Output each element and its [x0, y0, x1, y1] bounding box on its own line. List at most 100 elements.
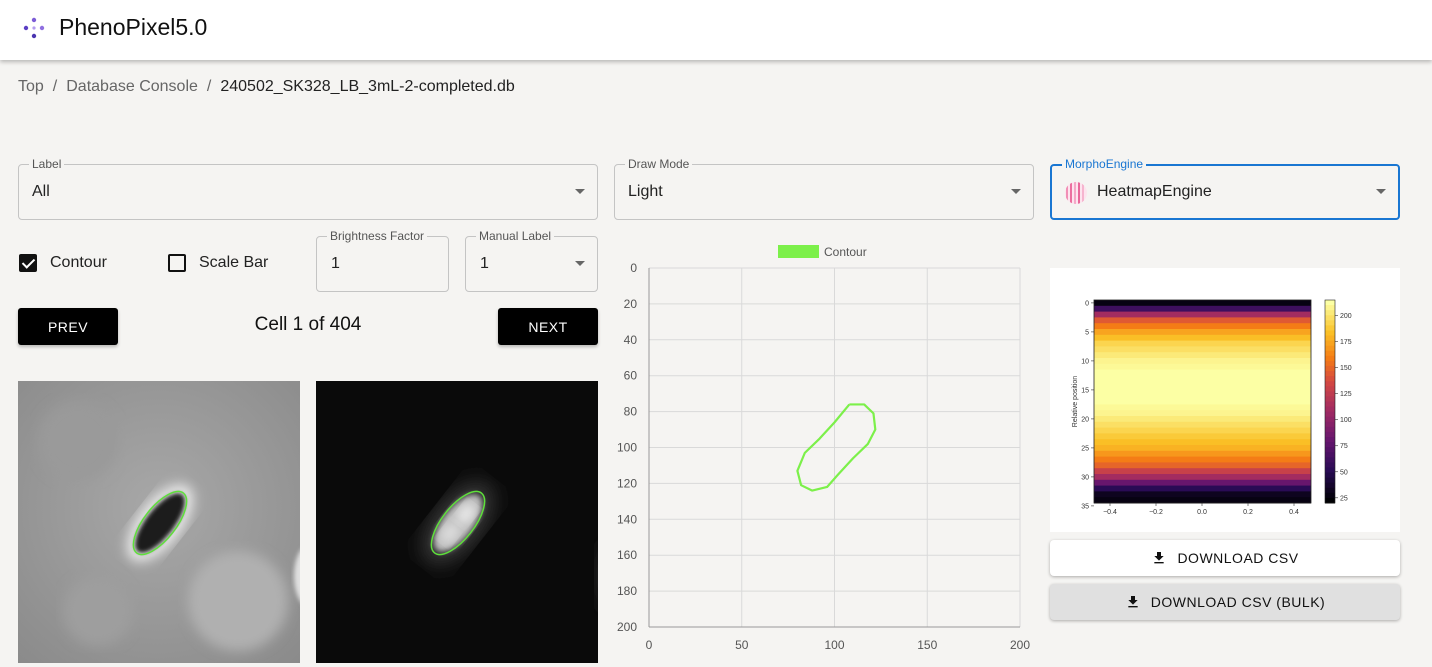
breadcrumb-top[interactable]: Top — [18, 78, 44, 96]
colorbar-tick-label: 50 — [1340, 469, 1348, 476]
heatmap-x-tick-label: −0.2 — [1149, 509, 1163, 516]
manual-label-select[interactable]: Manual Label 1 — [465, 229, 598, 292]
heatmap-row — [1094, 381, 1311, 388]
y-tick-label: 80 — [624, 405, 638, 419]
label-select[interactable]: Label All — [18, 157, 598, 220]
scale-bar-checkbox[interactable]: Scale Bar — [168, 254, 268, 272]
heatmap-row — [1094, 363, 1311, 371]
heatmap-x-tick-label: 0.0 — [1197, 509, 1207, 516]
heatmap-row — [1094, 485, 1311, 492]
prev-button[interactable]: PREV — [18, 308, 118, 345]
colorbar-segment — [1325, 315, 1335, 321]
colorbar-segment — [1325, 492, 1335, 499]
download-csv-bulk-label: DOWNLOAD CSV (BULK) — [1150, 594, 1326, 610]
heatmap-y-tick-label: 10 — [1081, 358, 1089, 365]
colorbar-segment — [1325, 310, 1335, 316]
colorbar-segment — [1325, 300, 1335, 306]
colorbar-segment — [1325, 386, 1335, 392]
heatmap-row — [1094, 410, 1311, 417]
heatmap-row — [1094, 300, 1311, 307]
heatmap-row — [1094, 352, 1311, 359]
brightness-factor-label: Brightness Factor — [327, 229, 428, 243]
heatmap-y-tick-label: 15 — [1081, 387, 1089, 394]
colorbar-segment — [1325, 406, 1335, 413]
colorbar-segment — [1325, 376, 1335, 382]
scale-bar-checkbox-label: Scale Bar — [199, 254, 269, 271]
breadcrumb-current: 240502_SK328_LB_3mL-2-completed.db — [220, 78, 515, 95]
colorbar-segment — [1325, 411, 1335, 418]
colorbar-segment — [1325, 467, 1335, 474]
brightness-factor-input[interactable]: Brightness Factor 1 — [316, 229, 449, 292]
colorbar-segment — [1325, 371, 1335, 377]
x-tick-label: 100 — [824, 638, 844, 652]
brightness-factor-value: 1 — [331, 255, 340, 272]
colorbar-segment — [1325, 305, 1335, 311]
heatmap-row — [1094, 305, 1311, 313]
heatmap-card: 0 5 10 15 20 25 30 35 −0.4 −0.2 0.0 0.2 0.4 Relative … — [1050, 268, 1400, 532]
next-button[interactable]: NEXT — [498, 308, 598, 345]
colorbar-segment — [1325, 482, 1335, 489]
draw-mode-value: Light — [628, 183, 663, 200]
colorbar-segment — [1325, 426, 1335, 433]
heatmap-row — [1094, 398, 1311, 405]
download-csv-button[interactable]: DOWNLOAD CSV — [1050, 540, 1400, 576]
checkbox-unchecked-icon[interactable] — [168, 254, 186, 272]
colorbar-tick-label: 175 — [1340, 339, 1352, 346]
colorbar-segment — [1325, 320, 1335, 326]
x-tick-label: 150 — [917, 638, 937, 652]
heatmap-row — [1094, 358, 1311, 365]
heatmap-row — [1094, 439, 1311, 446]
heatmap-row — [1094, 375, 1311, 382]
breadcrumb-separator: / — [206, 78, 212, 95]
app-bar: PhenoPixel5.0 — [0, 0, 1432, 60]
colorbar-segment — [1325, 350, 1335, 357]
chevron-down-icon — [1376, 189, 1386, 194]
x-tick-label: 200 — [1010, 638, 1030, 652]
y-tick-label: 60 — [624, 369, 638, 383]
download-csv-bulk-button[interactable]: DOWNLOAD CSV (BULK) — [1050, 584, 1400, 620]
heatmap-row — [1094, 421, 1311, 429]
heatmap-engine-icon — [1065, 182, 1087, 204]
network-nodes-icon — [23, 17, 45, 39]
heatmap-row — [1094, 334, 1311, 342]
heatmap-row — [1094, 479, 1311, 487]
colorbar-tick-label: 100 — [1340, 417, 1352, 424]
breadcrumb-database-console[interactable]: Database Console — [66, 78, 198, 96]
colorbar-segment — [1325, 497, 1335, 504]
heatmap-row — [1094, 404, 1311, 411]
colorbar-segment — [1325, 487, 1335, 494]
colorbar-segment — [1325, 477, 1335, 484]
colorbar-tick-label: 25 — [1340, 495, 1348, 502]
checkbox-checked-icon[interactable] — [19, 254, 37, 272]
contour-checkbox[interactable]: Contour — [19, 254, 107, 272]
morpho-engine-select[interactable]: MorphoEngine HeatmapEngine — [1050, 157, 1400, 220]
cell-counter: Cell 1 of 404 — [254, 314, 362, 335]
download-icon — [1128, 596, 1138, 608]
colorbar-segment — [1325, 437, 1335, 443]
colorbar-segment — [1325, 472, 1335, 479]
heatmap-row — [1094, 468, 1311, 475]
heatmap-row — [1094, 416, 1311, 423]
colorbar-segment — [1325, 340, 1335, 347]
app-title: PhenoPixel5.0 — [59, 14, 208, 40]
colorbar-segment — [1325, 452, 1335, 458]
draw-mode-select[interactable]: Draw Mode Light — [614, 157, 1034, 220]
x-tick-label: 0 — [646, 638, 653, 652]
heatmap-x-tick-label: 0.4 — [1289, 509, 1299, 516]
legend-swatch — [778, 245, 819, 258]
heatmap-row — [1094, 340, 1311, 347]
morpho-engine-value: HeatmapEngine — [1097, 183, 1212, 200]
chevron-down-icon — [575, 189, 585, 194]
heatmap-row — [1094, 491, 1311, 498]
y-tick-label: 200 — [617, 620, 637, 634]
breadcrumb: Top / Database Console / 240502_SK328_LB… — [18, 78, 515, 96]
heatmap-row — [1094, 462, 1311, 469]
colorbar-segment — [1325, 360, 1335, 367]
y-tick-label: 0 — [630, 261, 637, 275]
heatmap-row — [1094, 427, 1311, 434]
colorbar-segment — [1325, 381, 1335, 387]
heatmap-row — [1094, 387, 1311, 394]
colorbar-segment — [1325, 442, 1335, 448]
contour-chart: 0 50 100 150 200 0 20 40 60 80 100 120 140 160 180 200 C… — [617, 245, 1030, 652]
colorbar-tick-label: 125 — [1340, 391, 1352, 398]
